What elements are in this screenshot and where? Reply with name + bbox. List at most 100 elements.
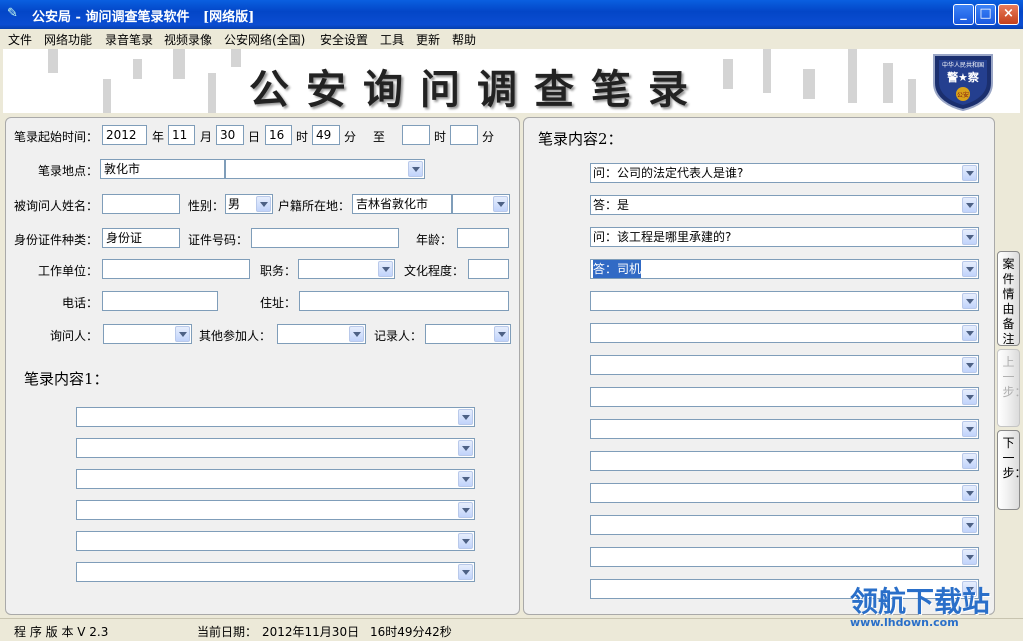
- address-input[interactable]: [299, 291, 509, 311]
- content2-line[interactable]: [590, 387, 979, 407]
- content1-line[interactable]: [76, 438, 475, 458]
- position-dropdown[interactable]: [298, 259, 395, 279]
- menu-tools[interactable]: 工具: [380, 31, 404, 48]
- day-input[interactable]: 30: [216, 125, 244, 145]
- chevron-down-icon[interactable]: [378, 261, 393, 277]
- content2-line[interactable]: [590, 291, 979, 311]
- watermark-logo: 领航下载站: [850, 585, 991, 618]
- content2-line[interactable]: [590, 323, 979, 343]
- case-note-button[interactable]: 案件情由备注: [997, 251, 1020, 346]
- chevron-down-icon[interactable]: [493, 196, 508, 212]
- chevron-down-icon[interactable]: [458, 533, 473, 549]
- title-bar: ✎ 公安局 - 询问调查笔录软件 [网络版] _ □ ×: [0, 0, 1023, 29]
- education-input[interactable]: [468, 259, 509, 279]
- content2-line[interactable]: 答：是: [590, 195, 979, 215]
- chevron-down-icon[interactable]: [962, 389, 977, 405]
- next-step-button[interactable]: 下一步：: [997, 430, 1023, 510]
- name-input[interactable]: [102, 194, 180, 214]
- id-type-label: 身份证件种类：: [14, 233, 99, 247]
- content2-line[interactable]: [590, 547, 979, 567]
- menu-file[interactable]: 文件: [8, 31, 32, 48]
- chevron-down-icon[interactable]: [962, 293, 977, 309]
- content2-line-selected[interactable]: 答：司机: [590, 259, 979, 279]
- employer-input[interactable]: [102, 259, 250, 279]
- content2-line[interactable]: [590, 355, 979, 375]
- content2-line[interactable]: 问：该工程是哪里承建的?: [590, 227, 979, 247]
- year-unit: 年: [152, 130, 165, 144]
- hour-unit: 时: [296, 130, 309, 144]
- education-label: 文化程度：: [404, 264, 465, 278]
- menu-video[interactable]: 视频录像: [164, 31, 212, 48]
- chevron-down-icon[interactable]: [458, 502, 473, 518]
- end-minute-input[interactable]: [450, 125, 478, 145]
- recorder-dropdown[interactable]: [425, 324, 511, 344]
- chevron-down-icon[interactable]: [458, 440, 473, 456]
- prev-step-button[interactable]: 上一步：: [997, 349, 1023, 427]
- location-dropdown[interactable]: [225, 159, 425, 179]
- phone-input[interactable]: [102, 291, 218, 311]
- minute-input[interactable]: 49: [312, 125, 340, 145]
- chevron-down-icon[interactable]: [962, 165, 977, 181]
- chevron-down-icon[interactable]: [962, 517, 977, 533]
- content2-line[interactable]: [590, 451, 979, 471]
- chevron-down-icon[interactable]: [962, 549, 977, 565]
- chevron-down-icon[interactable]: [962, 229, 977, 245]
- location-label: 笔录地点：: [38, 164, 99, 178]
- chevron-down-icon[interactable]: [962, 325, 977, 341]
- chevron-down-icon[interactable]: [962, 261, 977, 277]
- content2-line[interactable]: [590, 515, 979, 535]
- content1-line[interactable]: [76, 500, 475, 520]
- content2-title: 笔录内容2：: [538, 130, 623, 148]
- maximize-button[interactable]: □: [975, 4, 996, 25]
- id-type-input[interactable]: 身份证: [102, 228, 180, 248]
- content2-line[interactable]: [590, 483, 979, 503]
- content2-line[interactable]: 问：公司的法定代表人是谁?: [590, 163, 979, 183]
- chevron-down-icon[interactable]: [458, 471, 473, 487]
- gender-label: 性别：: [188, 199, 225, 213]
- chevron-down-icon[interactable]: [962, 197, 977, 213]
- chevron-down-icon[interactable]: [349, 326, 364, 342]
- day-unit: 日: [248, 130, 261, 144]
- badge-bottom-text: 公安: [957, 91, 969, 99]
- month-input[interactable]: 11: [168, 125, 195, 145]
- menu-security[interactable]: 安全设置: [320, 31, 368, 48]
- content1-line[interactable]: [76, 469, 475, 489]
- close-button[interactable]: ×: [998, 4, 1019, 25]
- content1-line[interactable]: [76, 562, 475, 582]
- badge-top-text: 中华人民共和国: [942, 61, 984, 69]
- chevron-down-icon[interactable]: [175, 326, 190, 342]
- interviewer-dropdown[interactable]: [103, 324, 192, 344]
- location-input[interactable]: 敦化市: [100, 159, 225, 179]
- id-no-input[interactable]: [251, 228, 399, 248]
- content1-line[interactable]: [76, 407, 475, 427]
- year-input[interactable]: 2012: [102, 125, 147, 145]
- minimize-button[interactable]: _: [953, 4, 974, 25]
- chevron-down-icon[interactable]: [962, 485, 977, 501]
- hukou-input[interactable]: 吉林省敦化市: [352, 194, 452, 214]
- others-dropdown[interactable]: [277, 324, 366, 344]
- chevron-down-icon[interactable]: [256, 196, 271, 212]
- hour-input[interactable]: 16: [265, 125, 292, 145]
- chevron-down-icon[interactable]: [494, 326, 509, 342]
- menu-police-network[interactable]: 公安网络(全国): [224, 31, 305, 48]
- content1-line[interactable]: [76, 531, 475, 551]
- content2-line[interactable]: [590, 419, 979, 439]
- interviewer-label: 询问人：: [50, 329, 99, 343]
- age-input[interactable]: [457, 228, 509, 248]
- end-hour-input[interactable]: [402, 125, 430, 145]
- chevron-down-icon[interactable]: [408, 161, 423, 177]
- banner: 公安询问调查笔录 中华人民共和国 警★察 公安: [3, 49, 1020, 113]
- gender-dropdown[interactable]: 男: [225, 194, 273, 214]
- address-label: 住址：: [260, 296, 297, 310]
- date-text: 2012年11月30日: [262, 625, 360, 639]
- menu-update[interactable]: 更新: [416, 31, 440, 48]
- chevron-down-icon[interactable]: [962, 357, 977, 373]
- menu-help[interactable]: 帮助: [452, 31, 476, 48]
- hukou-dropdown[interactable]: [452, 194, 510, 214]
- chevron-down-icon[interactable]: [962, 421, 977, 437]
- menu-network[interactable]: 网络功能: [44, 31, 92, 48]
- chevron-down-icon[interactable]: [458, 409, 473, 425]
- chevron-down-icon[interactable]: [962, 453, 977, 469]
- menu-audio-record[interactable]: 录音笔录: [105, 31, 153, 48]
- chevron-down-icon[interactable]: [458, 564, 473, 580]
